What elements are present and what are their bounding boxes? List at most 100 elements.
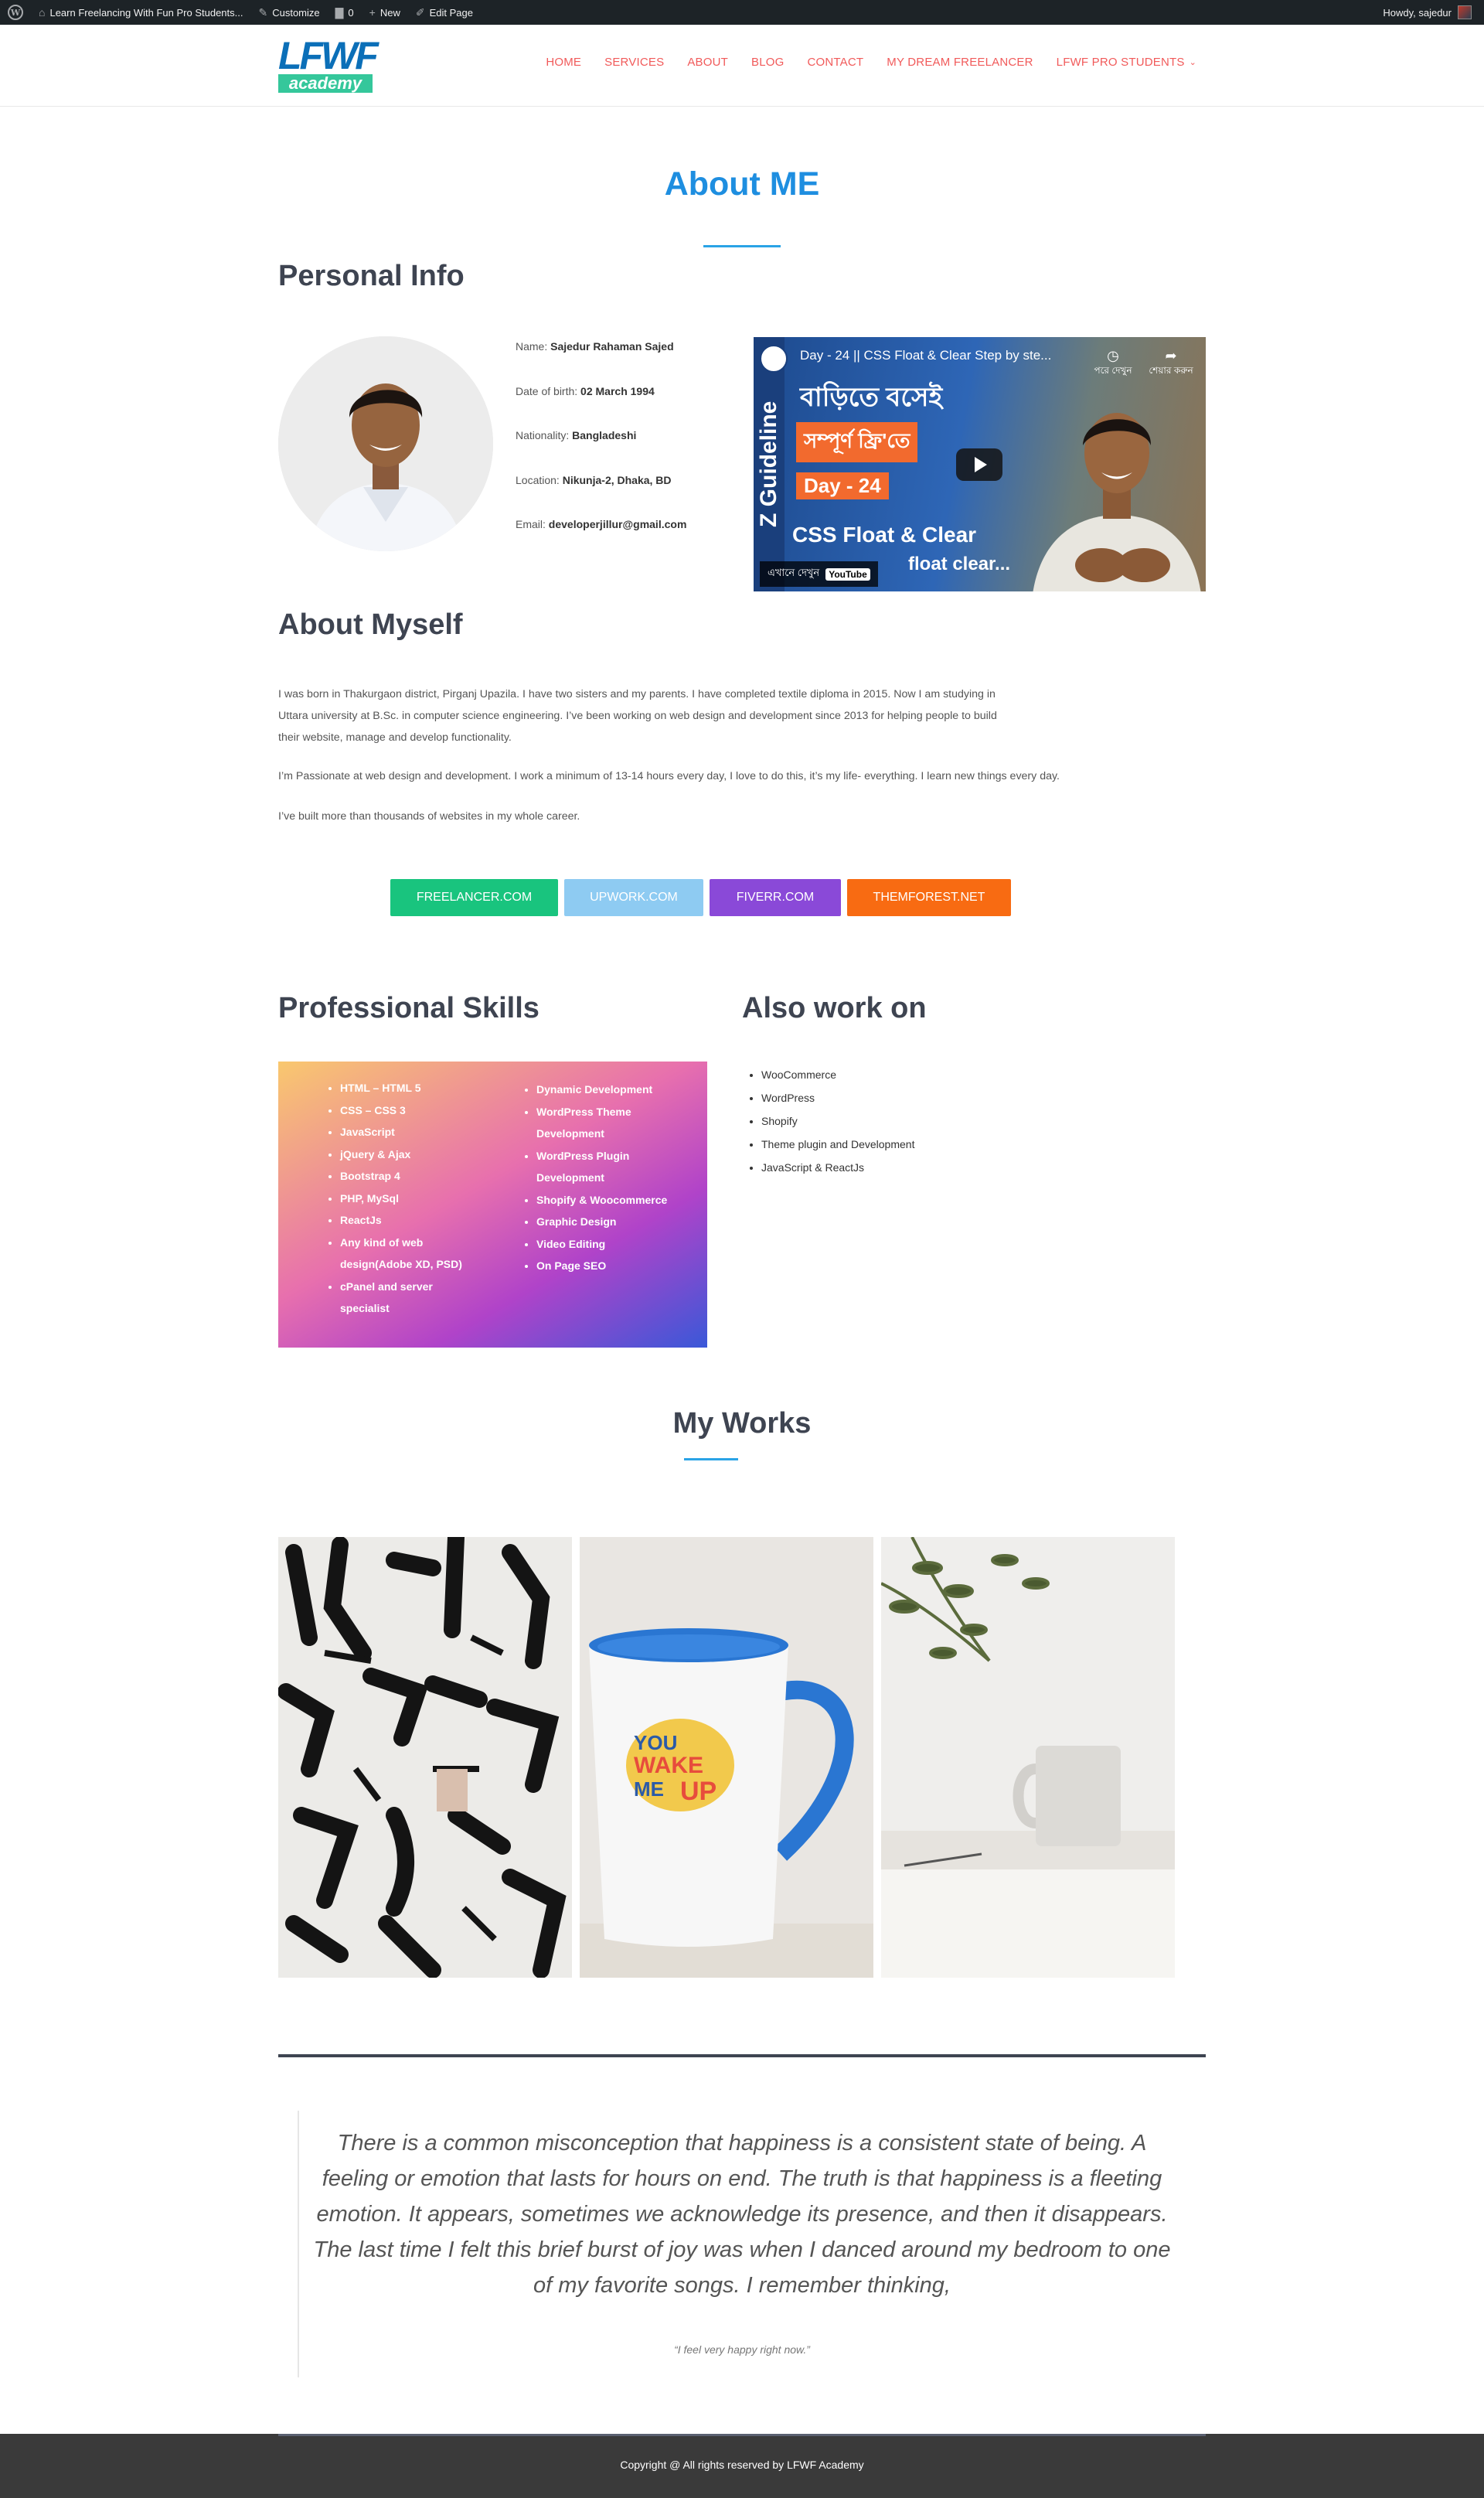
skill-item: JavaScript (340, 1121, 495, 1143)
fiverr-button[interactable]: FIVERR.COM (710, 879, 841, 916)
wordpress-logo-icon: W (8, 5, 23, 20)
clock-icon: ◷ (1107, 348, 1119, 363)
video-thumbnail-text-1: বাড়িতে বসেই (800, 383, 943, 412)
info-value: developerjillur@gmail.com (548, 518, 687, 530)
video-title[interactable]: Day - 24 || CSS Float & Clear Step by st… (800, 348, 1051, 363)
brush-icon: ✎ (258, 5, 268, 19)
nav-my-dream-freelancer[interactable]: MY DREAM FREELANCER (887, 56, 1033, 69)
info-nationality: Nationality: Bangladeshi (516, 429, 686, 474)
about-paragraph-1-line: their website, manage and develop functi… (278, 731, 512, 744)
skills-list-right: Dynamic Development WordPress Theme Deve… (536, 1079, 699, 1277)
quote-text: There is a common misconception that hap… (313, 2131, 1171, 2298)
copyright-text: Copyright @ All rights reserved by LFWF … (620, 2459, 864, 2471)
section-divider (278, 2054, 1206, 2057)
logo-text: LFWF (278, 34, 379, 77)
info-dob: Date of birth: 02 March 1994 (516, 385, 686, 430)
site-name-label: Learn Freelancing With Fun Pro Students.… (49, 6, 243, 19)
work-image-calligraphy[interactable] (278, 1537, 572, 1978)
edit-page-label: Edit Page (429, 6, 473, 19)
info-label: Nationality: (516, 429, 570, 441)
nav-services[interactable]: SERVICES (604, 56, 664, 69)
customize-link[interactable]: ✎ Customize (250, 0, 327, 25)
skill-item: PHP, MySql (340, 1188, 495, 1210)
skill-item-continued: design(Adobe XD, PSD) (340, 1258, 462, 1270)
nav-blog[interactable]: BLOG (751, 56, 784, 69)
about-paragraph-1: I was born in Thakurgaon district, Pirga… (278, 683, 997, 748)
comments-link[interactable]: ▇ 0 (328, 0, 362, 25)
about-paragraph-2: I’m Passionate at web design and develop… (278, 770, 1060, 782)
account-menu[interactable]: Howdy, sajedur (1383, 5, 1484, 19)
skill-item: CSS – CSS 3 (340, 1099, 495, 1122)
skill-item-continued: Development (536, 1127, 604, 1140)
nav-about[interactable]: ABOUT (687, 56, 728, 69)
new-content-link[interactable]: + New (362, 0, 408, 25)
mug-text: WAKE (634, 1753, 703, 1778)
share-button[interactable]: ➦ শেয়ার করুন (1144, 348, 1198, 380)
about-myself-heading: About Myself (278, 608, 463, 641)
work-image-mug[interactable]: YOU WAKE ME UP (580, 1537, 873, 1978)
my-works-heading: My Works (672, 1407, 812, 1440)
about-paragraph-1-line: I was born in Thakurgaon district, Pirga… (278, 688, 996, 700)
list-item: WordPress (761, 1086, 914, 1109)
about-paragraph-3: I’ve built more than thousands of websit… (278, 810, 580, 823)
watch-later-button[interactable]: ◷ পরে দেখুন (1086, 348, 1140, 380)
info-label: Location: (516, 473, 560, 486)
chevron-down-icon: ⌄ (1189, 58, 1196, 67)
nav-lfwf-pro-students[interactable]: LFWF PRO STUDENTS ⌄ (1057, 56, 1196, 69)
skill-item: WordPress Plugin (536, 1145, 699, 1167)
skills-list-left: HTML – HTML 5 CSS – CSS 3 JavaScript jQu… (340, 1077, 495, 1320)
upwork-button[interactable]: UPWORK.COM (564, 879, 703, 916)
edit-page-link[interactable]: ✐ Edit Page (408, 0, 481, 25)
info-value: Bangladeshi (572, 429, 637, 441)
info-location: Location: Nikunja-2, Dhaka, BD (516, 474, 686, 519)
themeforest-button[interactable]: THEMFOREST.NET (847, 879, 1011, 916)
skill-item: cPanel and server (340, 1276, 495, 1298)
customize-label: Customize (272, 6, 320, 19)
work-image-desk-mug[interactable] (881, 1537, 1175, 1978)
title-divider (703, 245, 781, 247)
video-thumbnail-text-5: float clear... (908, 554, 1011, 574)
nav-contact[interactable]: CONTACT (807, 56, 863, 69)
watch-on-youtube-button[interactable]: এখানে দেখুন YouTube (760, 561, 878, 587)
video-thumbnail-text-4: CSS Float & Clear (792, 523, 977, 547)
home-icon: ⌂ (39, 6, 46, 19)
personal-info-heading: Personal Info (278, 260, 465, 292)
list-item: JavaScript & ReactJs (761, 1156, 914, 1179)
list-item: Theme plugin and Development (761, 1133, 914, 1156)
skill-item-continued: Development (536, 1171, 604, 1184)
mug-graphic: YOU WAKE ME UP (626, 1719, 734, 1811)
channel-avatar[interactable] (760, 345, 788, 373)
logo-subtext: academy (278, 74, 373, 93)
info-value: Sajedur Rahaman Sajed (550, 340, 674, 353)
info-label: Email: (516, 518, 546, 530)
quote-border (298, 2111, 299, 2377)
nav-home[interactable]: HOME (546, 56, 581, 69)
share-label: শেয়ার করুন (1149, 365, 1193, 376)
info-value: Nikunja-2, Dhaka, BD (562, 473, 672, 486)
youtube-video-embed[interactable]: Z Guideline Day - 24 || CSS Float & Clea… (754, 337, 1206, 591)
site-name-link[interactable]: ⌂ Learn Freelancing With Fun Pro Student… (31, 0, 250, 25)
also-work-on-heading: Also work on (742, 992, 927, 1024)
skill-item: HTML – HTML 5 (340, 1077, 495, 1099)
skill-item: Any kind of web (340, 1232, 495, 1254)
play-button-icon[interactable] (956, 448, 1002, 481)
nav-lfwf-pro-students-label: LFWF PRO STUDENTS (1056, 56, 1185, 69)
video-presenter-image (1033, 413, 1201, 591)
skill-item: Dynamic Development (536, 1079, 699, 1101)
profile-links: FREELANCER.COM UPWORK.COM FIVERR.COM THE… (390, 879, 1011, 916)
skill-item: Video Editing (536, 1233, 699, 1256)
video-side-text: Z Guideline (754, 337, 785, 591)
user-avatar (1458, 5, 1472, 19)
info-email: Email: developerjillur@gmail.com (516, 518, 686, 563)
video-thumbnail-text-3: Day - 24 (796, 472, 889, 499)
site-logo[interactable]: LFWF academy (278, 34, 379, 94)
info-label: Date of birth: (516, 384, 578, 397)
comments-count: 0 (348, 6, 354, 19)
skill-item: Shopify & Woocommerce (536, 1189, 699, 1212)
watch-later-label: পরে দেখুন (1094, 365, 1132, 376)
freelancer-button[interactable]: FREELANCER.COM (390, 879, 558, 916)
wordpress-menu[interactable]: W (0, 0, 31, 25)
youtube-logo-icon: YouTube (825, 567, 870, 581)
works-divider (684, 1458, 738, 1460)
skill-item: Bootstrap 4 (340, 1165, 495, 1188)
